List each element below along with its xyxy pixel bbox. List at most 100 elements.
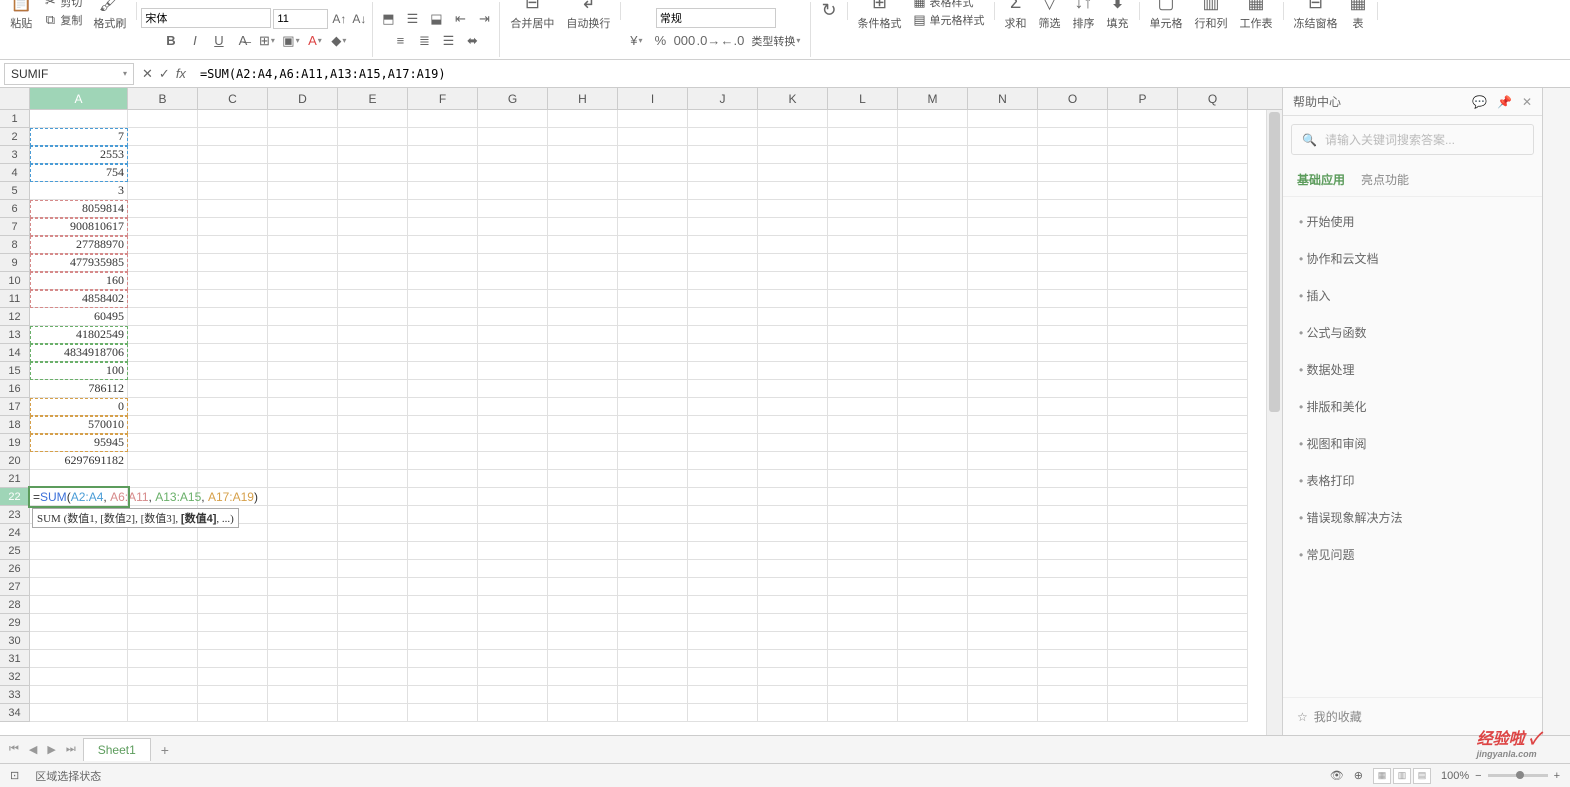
cell[interactable] — [1178, 686, 1248, 704]
cell[interactable] — [128, 596, 198, 614]
cell[interactable] — [1108, 128, 1178, 146]
row-header[interactable]: 12 — [0, 308, 30, 326]
help-topic-item[interactable]: 常见问题 — [1283, 536, 1542, 573]
cell[interactable] — [1038, 380, 1108, 398]
cell[interactable]: 3 — [30, 182, 128, 200]
cell[interactable] — [898, 398, 968, 416]
cell[interactable] — [1178, 308, 1248, 326]
row-header[interactable]: 6 — [0, 200, 30, 218]
fill-button[interactable]: ⬇填充 — [1101, 0, 1135, 33]
cell[interactable] — [548, 686, 618, 704]
cell[interactable] — [30, 686, 128, 704]
cell[interactable] — [268, 218, 338, 236]
cell[interactable] — [618, 236, 688, 254]
cell[interactable] — [688, 434, 758, 452]
cell[interactable] — [1178, 146, 1248, 164]
currency-button[interactable]: ¥▾ — [625, 30, 647, 52]
cell[interactable] — [128, 686, 198, 704]
cell[interactable] — [1178, 110, 1248, 128]
cell[interactable] — [898, 164, 968, 182]
cell[interactable] — [408, 650, 478, 668]
cell[interactable] — [478, 290, 548, 308]
cell[interactable] — [30, 650, 128, 668]
cell[interactable] — [408, 182, 478, 200]
row-header[interactable]: 7 — [0, 218, 30, 236]
border-button[interactable]: ⊞▾ — [256, 30, 278, 52]
cell[interactable] — [548, 434, 618, 452]
cell[interactable] — [338, 344, 408, 362]
cell[interactable] — [688, 236, 758, 254]
cell[interactable] — [408, 254, 478, 272]
align-left-button[interactable]: ≡ — [389, 30, 411, 52]
row-header[interactable]: 30 — [0, 632, 30, 650]
cell[interactable] — [898, 272, 968, 290]
cell[interactable] — [548, 578, 618, 596]
cell[interactable] — [478, 146, 548, 164]
cell[interactable] — [408, 272, 478, 290]
row-header[interactable]: 22 — [0, 488, 30, 506]
side-tab-strip[interactable] — [1542, 88, 1570, 735]
cell[interactable] — [758, 218, 828, 236]
cell[interactable] — [268, 254, 338, 272]
cell[interactable] — [1108, 398, 1178, 416]
cell[interactable] — [968, 146, 1038, 164]
row-header[interactable]: 25 — [0, 542, 30, 560]
cell[interactable] — [548, 704, 618, 722]
cell[interactable] — [548, 326, 618, 344]
row-header[interactable]: 26 — [0, 560, 30, 578]
editing-cell[interactable]: =SUM(A2:A4, A6:A11, A13:A15, A17:A19)SUM… — [30, 488, 128, 506]
name-box[interactable]: SUMIF▾ — [4, 63, 134, 85]
cell[interactable] — [688, 128, 758, 146]
cell[interactable] — [128, 416, 198, 434]
cell[interactable] — [548, 668, 618, 686]
cell[interactable] — [1038, 488, 1108, 506]
cell[interactable] — [898, 488, 968, 506]
cell[interactable] — [338, 596, 408, 614]
cell[interactable] — [408, 416, 478, 434]
cell[interactable] — [548, 398, 618, 416]
row-header[interactable]: 1 — [0, 110, 30, 128]
cell[interactable] — [548, 272, 618, 290]
cell[interactable] — [618, 470, 688, 488]
cell[interactable] — [548, 182, 618, 200]
help-topic-item[interactable]: 表格打印 — [1283, 462, 1542, 499]
cell[interactable] — [968, 236, 1038, 254]
cell[interactable] — [968, 272, 1038, 290]
add-sheet-button[interactable]: + — [155, 742, 175, 758]
column-header[interactable]: E — [338, 88, 408, 109]
cell[interactable] — [548, 290, 618, 308]
sum-button[interactable]: Σ求和 — [999, 0, 1033, 33]
cell[interactable] — [898, 704, 968, 722]
cell[interactable] — [1178, 236, 1248, 254]
cell[interactable] — [968, 668, 1038, 686]
cell[interactable] — [618, 164, 688, 182]
cell[interactable] — [968, 560, 1038, 578]
cell[interactable] — [128, 614, 198, 632]
cell[interactable] — [618, 362, 688, 380]
cell[interactable] — [268, 380, 338, 398]
cell[interactable] — [1038, 578, 1108, 596]
cell[interactable] — [1038, 560, 1108, 578]
cell[interactable] — [1038, 218, 1108, 236]
cell[interactable] — [898, 434, 968, 452]
cell[interactable] — [1178, 344, 1248, 362]
cell[interactable] — [408, 632, 478, 650]
cell[interactable] — [30, 668, 128, 686]
cell[interactable] — [478, 470, 548, 488]
cell[interactable] — [1108, 542, 1178, 560]
cell[interactable] — [618, 416, 688, 434]
cell[interactable] — [478, 164, 548, 182]
cell[interactable] — [548, 218, 618, 236]
cell[interactable] — [618, 686, 688, 704]
cell[interactable] — [1038, 686, 1108, 704]
font-family-select[interactable] — [141, 8, 271, 28]
cell[interactable] — [478, 218, 548, 236]
cell[interactable] — [198, 614, 268, 632]
row-header[interactable]: 16 — [0, 380, 30, 398]
cell[interactable] — [1038, 326, 1108, 344]
cell[interactable] — [758, 146, 828, 164]
cell[interactable] — [688, 362, 758, 380]
view-normal-button[interactable]: ▦ — [1373, 768, 1391, 784]
cell[interactable] — [898, 686, 968, 704]
tab-nav-first[interactable]: ⏮ — [6, 743, 22, 756]
